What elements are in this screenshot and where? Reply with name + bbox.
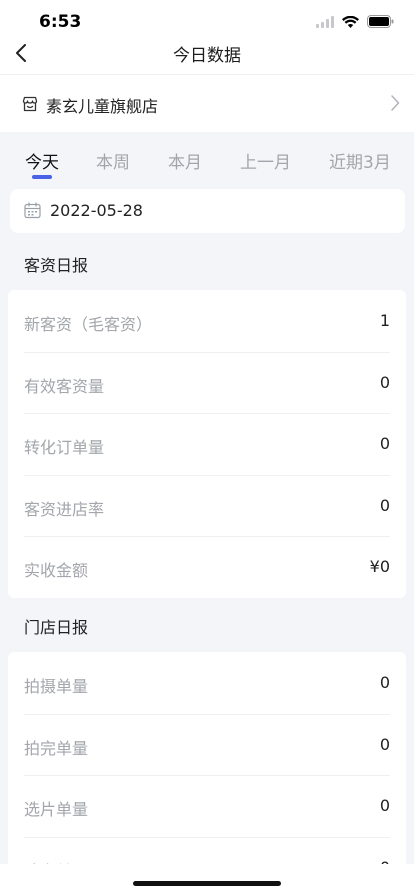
row-label: 实收金额 (24, 561, 89, 580)
tab-recent-3-months[interactable]: 近期3月 (329, 148, 391, 173)
page-title: 今日数据 (173, 46, 241, 66)
date-picker[interactable]: 2022-05-28 (10, 189, 405, 233)
status-icons (316, 15, 394, 28)
selected-date: 2022-05-28 (50, 201, 143, 220)
status-time: 6:53 (39, 12, 82, 32)
navigation-bar: 今日数据 (0, 44, 414, 74)
store-report-card: 拍摄单量 0 拍完单量 0 选片单量 0 选定单量 0 (8, 652, 406, 896)
row-label: 转化订单量 (24, 438, 105, 457)
row-label: 选片单量 (24, 800, 89, 819)
table-row: 新客资（毛客资） 1 (8, 290, 406, 352)
table-row: 实收金额 ¥0 (8, 536, 406, 598)
row-value: 0 (379, 434, 390, 453)
home-indicator (133, 881, 281, 886)
table-row: 有效客资量 0 (8, 351, 406, 414)
table-row: 客资进店率 0 (8, 474, 406, 537)
table-row: 选片单量 0 (8, 775, 406, 837)
customer-report-card: 新客资（毛客资） 1 有效客资量 0 转化订单量 0 客资进店率 0 实收金额 … (8, 290, 406, 598)
tab-today[interactable]: 今天 (25, 148, 59, 173)
bottom-safe-area (0, 864, 414, 896)
row-value: 0 (379, 796, 390, 815)
tab-this-week[interactable]: 本周 (96, 148, 130, 173)
row-value: 1 (379, 311, 390, 330)
tab-this-month[interactable]: 本月 (168, 148, 202, 173)
battery-icon (367, 15, 394, 28)
row-value: 0 (379, 734, 390, 754)
store-icon (22, 96, 38, 112)
calendar-icon (24, 202, 41, 219)
row-label: 新客资（毛客资） (24, 315, 153, 334)
row-label: 拍摄单量 (24, 677, 89, 696)
customer-report-title: 客资日报 (24, 256, 89, 275)
row-label: 有效客资量 (24, 376, 105, 396)
table-row: 拍摄单量 0 (8, 652, 406, 714)
status-bar: 6:53 (0, 0, 414, 44)
store-selector[interactable]: 素玄儿童旗舰店 (0, 74, 414, 132)
chevron-right-icon (391, 95, 400, 111)
period-tabs: 今天 本周 本月 上一月 近期3月 (0, 132, 414, 184)
signal-icon (316, 15, 334, 28)
wifi-icon (342, 15, 359, 28)
table-row: 转化订单量 0 (8, 413, 406, 475)
row-value: ¥0 (369, 557, 390, 576)
store-name: 素玄儿童旗舰店 (46, 97, 159, 116)
table-row: 拍完单量 0 (8, 713, 406, 776)
store-report-title: 门店日报 (24, 618, 89, 637)
active-tab-indicator (32, 175, 52, 179)
row-value: 0 (379, 495, 390, 515)
row-value: 0 (379, 673, 390, 692)
row-value: 0 (379, 372, 390, 392)
row-label: 客资进店率 (24, 499, 105, 519)
tab-last-month[interactable]: 上一月 (240, 148, 291, 173)
row-label: 拍完单量 (24, 738, 89, 758)
